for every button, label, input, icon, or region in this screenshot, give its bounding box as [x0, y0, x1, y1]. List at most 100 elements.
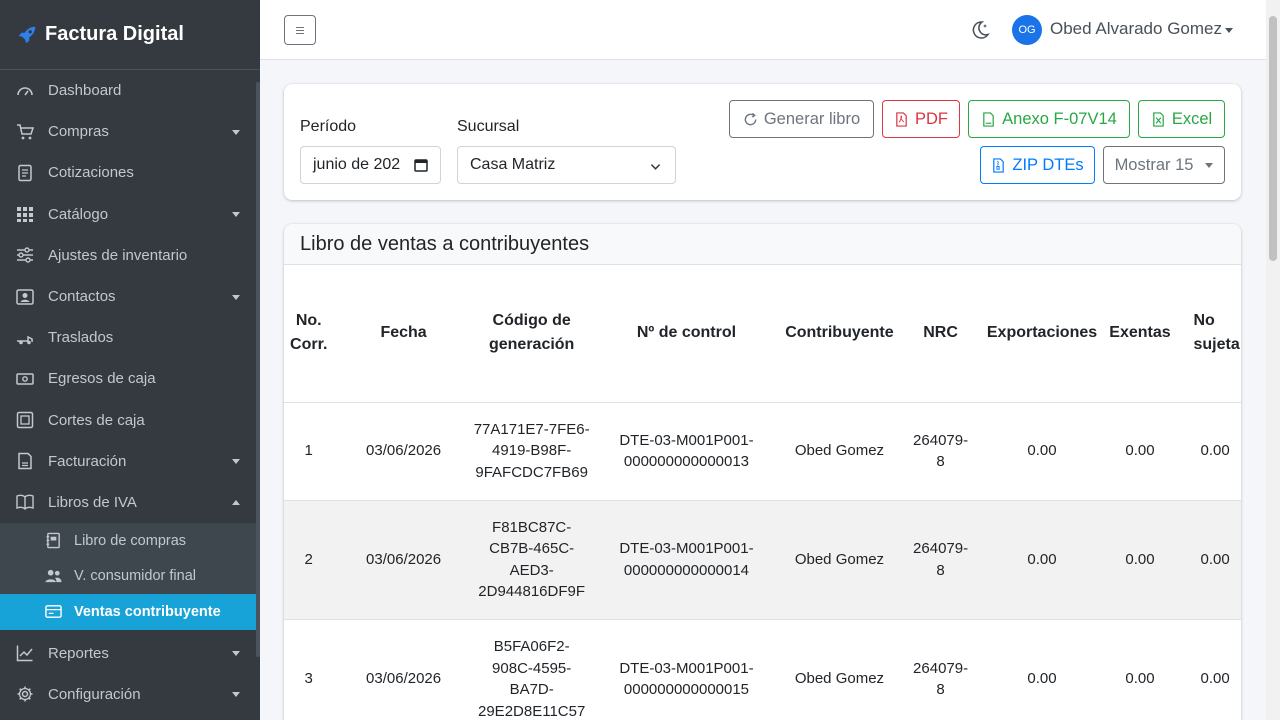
- invoice-icon: [16, 452, 34, 470]
- chevron-down-icon: [232, 294, 240, 300]
- cell-exportaciones: 0.00: [985, 402, 1099, 501]
- sidebar-item-label: Ventas contribuyente: [74, 603, 221, 620]
- sidebar-item-facturacion[interactable]: Facturación: [0, 441, 260, 482]
- sidebar-item-label: Libros de IVA: [48, 493, 137, 511]
- hamburger-icon[interactable]: [284, 15, 316, 45]
- sidebar-item-libros-iva[interactable]: Libros de IVA: [0, 482, 260, 523]
- table-row[interactable]: 2 03/06/2026 F81BC87C- CB7B-465C- AED3- 2D9…: [284, 500, 1241, 620]
- chevron-down-icon: [650, 164, 661, 170]
- col-header[interactable]: No. Corr.: [284, 265, 334, 403]
- col-header[interactable]: Código de generación: [473, 265, 590, 403]
- col-header[interactable]: No sujeta: [1181, 265, 1241, 403]
- pdf-label: PDF: [915, 109, 948, 128]
- brand[interactable]: Factura Digital: [0, 0, 260, 70]
- sidebar-item-cotizaciones[interactable]: Cotizaciones: [0, 152, 260, 193]
- col-header[interactable]: Fecha: [333, 265, 474, 403]
- table-row[interactable]: 1 03/06/2026 77A171E7-7FE6- 4919-B98F- 9FA…: [284, 402, 1241, 501]
- brand-name: Factura Digital: [45, 23, 184, 45]
- file-csv-icon: [983, 111, 994, 127]
- cash-icon: [16, 370, 34, 388]
- sidebar-item-label: Cortes de caja: [48, 411, 145, 429]
- cell-control: DTE-03-M001P001- 000000000000013: [589, 402, 784, 501]
- people-icon: [44, 567, 62, 585]
- cell-control: DTE-03-M001P001- 000000000000015: [589, 619, 784, 720]
- scrollbar-thumb[interactable]: [1269, 16, 1277, 261]
- sidebar-item-label: Cotizaciones: [48, 164, 134, 182]
- sidebar-item-dashboard[interactable]: Dashboard: [0, 70, 260, 111]
- gear-icon: [16, 685, 34, 703]
- sidebar-item-label: Libro de compras: [74, 532, 187, 549]
- table-header-row: No. Corr. Fecha Código de generación Nº de…: [284, 265, 1241, 403]
- document-icon: [16, 164, 34, 182]
- chevron-down-icon: [232, 129, 240, 135]
- sidebar-item-label: Catálogo: [48, 205, 109, 223]
- col-header[interactable]: Contribuyente: [783, 265, 896, 403]
- contact-icon: [16, 288, 34, 306]
- card-icon: [44, 603, 62, 621]
- dashboard-icon: [16, 82, 34, 100]
- col-header[interactable]: Exportaciones: [985, 265, 1099, 403]
- cell-codigo: B5FA06F2- 908C-4595- BA7D- 29E2D8E11C57: [473, 619, 590, 720]
- calendar-icon[interactable]: [414, 158, 428, 172]
- sidebar-item-cortes-caja[interactable]: Cortes de caja: [0, 400, 260, 441]
- sucursal-select[interactable]: Casa Matriz: [457, 146, 676, 184]
- periodo-label: Período: [300, 118, 357, 135]
- journal-icon: [44, 532, 62, 550]
- sidebar-item-compras[interactable]: Compras: [0, 111, 260, 152]
- chevron-down-icon[interactable]: [1225, 28, 1233, 33]
- mostrar-dropdown[interactable]: Mostrar 15: [1103, 146, 1225, 184]
- chevron-down-icon: [232, 212, 240, 218]
- sidebar-item-configuracion[interactable]: Configuración: [0, 674, 260, 715]
- excel-label: Excel: [1171, 109, 1213, 128]
- sidebar-scrollbar[interactable]: [256, 82, 260, 657]
- cell-exentas: 0.00: [1098, 619, 1182, 720]
- generar-libro-button[interactable]: Generar libro: [729, 100, 874, 138]
- col-header[interactable]: NRC: [895, 265, 986, 403]
- sidebar-item-ventas-contribuyente[interactable]: Ventas contribuyente: [0, 594, 256, 630]
- cell-nrc: 264079- 8: [895, 619, 986, 720]
- sidebar-item-contactos[interactable]: Contactos: [0, 276, 260, 317]
- pdf-button[interactable]: PDF: [882, 100, 960, 138]
- cell-nrc: 264079- 8: [895, 500, 986, 620]
- moon-icon[interactable]: [970, 20, 990, 40]
- col-header[interactable]: Exentas: [1098, 265, 1182, 403]
- cell-exportaciones: 0.00: [985, 619, 1099, 720]
- cell-exportaciones: 0.00: [985, 500, 1099, 620]
- sidebar-item-catalogo[interactable]: Catálogo: [0, 194, 260, 235]
- sidebar-item-label: V. consumidor final: [74, 568, 196, 585]
- mostrar-label: Mostrar 15: [1114, 155, 1194, 174]
- periodo-input[interactable]: junio de 202: [300, 146, 441, 184]
- chevron-down-icon: [232, 651, 240, 657]
- cell-no-sujetas: 0.00: [1181, 402, 1241, 501]
- sliders-icon: [16, 246, 34, 264]
- sidebar-nav: Dashboard Compras Cotizaciones Catálogo …: [0, 70, 260, 715]
- cell-contribuyente: Obed Gomez: [783, 500, 896, 620]
- anexo-button[interactable]: Anexo F-07V14: [968, 100, 1130, 138]
- page-scrollbar[interactable]: [1266, 0, 1280, 720]
- chart-icon: [16, 644, 34, 662]
- sidebar-item-label: Traslados: [48, 329, 114, 347]
- sidebar-item-reportes[interactable]: Reportes: [0, 633, 260, 674]
- zip-dtes-button[interactable]: ZIP DTEs: [980, 146, 1095, 184]
- cell-no: 3: [284, 619, 334, 720]
- sidebar-item-traslados[interactable]: Traslados: [0, 317, 260, 358]
- sidebar-item-consumidor-final[interactable]: V. consumidor final: [0, 559, 260, 595]
- file-excel-icon: [1153, 111, 1164, 127]
- sidebar-item-label: Ajustes de inventario: [48, 246, 188, 264]
- grid-icon: [16, 205, 34, 223]
- col-header[interactable]: Nº de control: [589, 265, 784, 403]
- sucursal-value: Casa Matriz: [470, 156, 556, 173]
- sucursal-label: Sucursal: [457, 118, 520, 135]
- avatar[interactable]: OG: [1012, 15, 1042, 45]
- refresh-icon: [744, 112, 757, 125]
- excel-button[interactable]: Excel: [1138, 100, 1225, 138]
- rocket-icon: [18, 26, 36, 43]
- table-row[interactable]: 3 03/06/2026 B5FA06F2- 908C-4595- BA7D- 29E…: [284, 619, 1241, 720]
- sidebar-item-ajustes-inventario[interactable]: Ajustes de inventario: [0, 235, 260, 276]
- user-name[interactable]: Obed Alvarado Gomez: [1050, 19, 1222, 39]
- zip-dtes-label: ZIP DTEs: [1012, 155, 1084, 174]
- sidebar-item-egresos-caja[interactable]: Egresos de caja: [0, 358, 260, 399]
- safe-icon: [16, 411, 34, 429]
- sidebar-item-libro-compras[interactable]: Libro de compras: [0, 523, 260, 559]
- ventas-table-card: Libro de ventas a contribuyentes No. Corr…: [284, 224, 1241, 720]
